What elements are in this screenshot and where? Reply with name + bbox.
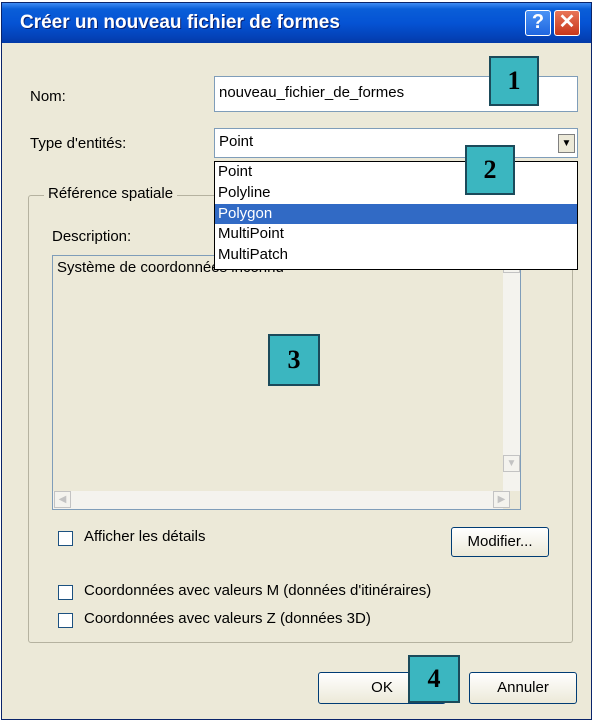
close-button[interactable]: ✕ [554, 10, 580, 36]
dropdown-option-multipatch[interactable]: MultiPatch [215, 245, 577, 266]
callout-2: 2 [465, 145, 515, 195]
type-label: Type d'entités: [30, 135, 127, 152]
z-values-checkbox[interactable] [58, 613, 73, 628]
arrow-right-icon[interactable]: ▶ [493, 491, 510, 508]
callout-3: 3 [268, 334, 320, 386]
type-selected-value: Point [219, 133, 254, 150]
callout-1: 1 [489, 56, 539, 106]
description-label: Description: [52, 228, 132, 245]
dropdown-option-polygon[interactable]: Polygon [215, 203, 577, 225]
type-dropdown-list[interactable]: Point Polyline Polygon MultiPoint MultiP… [214, 161, 578, 270]
cancel-button[interactable]: Annuler [469, 672, 577, 704]
z-values-label: Coordonnées avec valeurs Z (données 3D) [84, 610, 371, 627]
spatial-reference-label: Référence spatiale [44, 185, 178, 202]
show-details-checkbox[interactable] [58, 531, 73, 546]
dialog-title: Créer un nouveau fichier de formes [20, 12, 340, 33]
dropdown-option-point[interactable]: Point [215, 162, 577, 183]
type-select[interactable]: Point [214, 128, 578, 158]
title-bar[interactable]: Créer un nouveau fichier de formes ? ✕ [2, 3, 591, 43]
name-label: Nom: [30, 88, 66, 105]
arrow-down-icon[interactable]: ▼ [503, 455, 520, 472]
m-values-label: Coordonnées avec valeurs M (données d'it… [84, 582, 432, 599]
m-values-checkbox[interactable] [58, 585, 73, 600]
arrow-left-icon[interactable]: ◀ [54, 491, 71, 508]
dropdown-option-multipoint[interactable]: MultiPoint [215, 224, 577, 245]
help-button[interactable]: ? [525, 10, 551, 36]
vertical-scrollbar[interactable]: ▲ ▼ [503, 256, 520, 491]
dropdown-option-polyline[interactable]: Polyline [215, 183, 577, 204]
chevron-down-icon[interactable]: ▼ [558, 134, 575, 153]
callout-4: 4 [408, 655, 460, 703]
horizontal-scrollbar[interactable]: ◀ ▶ [53, 491, 510, 509]
modify-button[interactable]: Modifier... [451, 527, 549, 557]
show-details-label: Afficher les détails [84, 528, 206, 545]
